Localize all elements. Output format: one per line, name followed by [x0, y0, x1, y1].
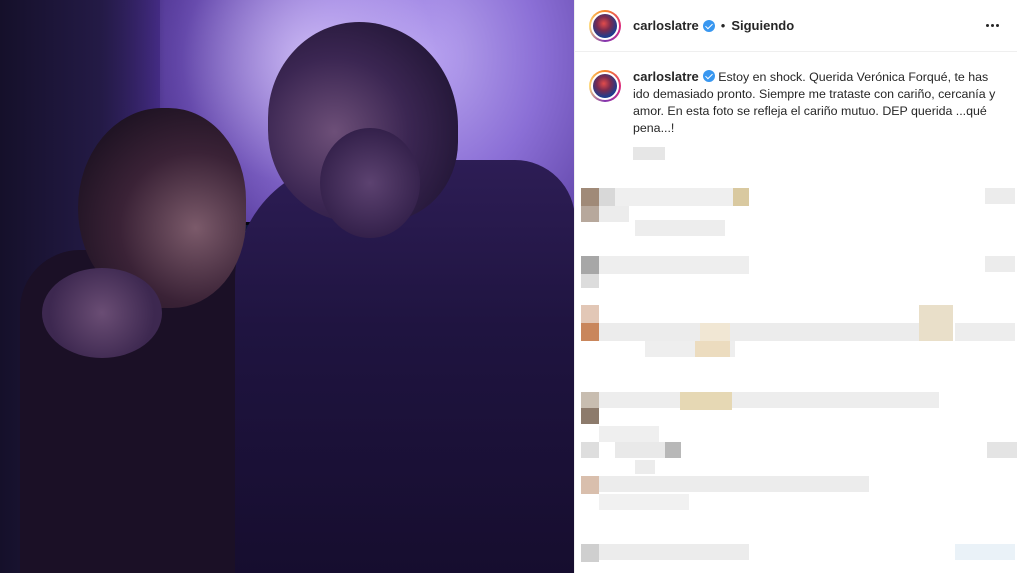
- redacted-comment-block: [599, 392, 939, 408]
- redacted-comment-block: [599, 256, 749, 274]
- avatar-image: [591, 11, 619, 40]
- redacted-comment-block: [581, 206, 599, 222]
- hand-on-shoulder: [42, 268, 162, 358]
- redacted-comment-block: [581, 476, 599, 494]
- redacted-comment-block: [581, 323, 599, 341]
- caption-username[interactable]: carloslatre: [633, 69, 699, 84]
- caption-text: carloslatre Estoy en shock. Querida Veró…: [633, 68, 1003, 137]
- redacted-comment-block: [665, 442, 681, 458]
- comments-redacted: [575, 180, 1017, 573]
- post-side-panel: carloslatre • Siguiendo carloslatre Esto…: [574, 0, 1017, 573]
- redacted-comment-block: [695, 341, 730, 357]
- redacted-comment-block: [581, 256, 599, 274]
- post-photo[interactable]: [0, 0, 574, 573]
- redacted-comment-block: [955, 323, 1015, 341]
- redacted-comment-block: [581, 305, 599, 323]
- more-options-icon[interactable]: [980, 18, 1005, 33]
- redacted-comment-block: [635, 220, 725, 236]
- header-username[interactable]: carloslatre: [633, 18, 699, 33]
- redacted-comment-block: [599, 188, 615, 206]
- redacted-comment-block: [599, 426, 659, 442]
- hand-on-cheek: [320, 128, 420, 238]
- redacted-comment-block: [581, 408, 599, 424]
- redacted-comment-block: [955, 544, 1015, 560]
- redacted-comment-block: [599, 544, 749, 560]
- redacted-comment-block: [635, 460, 655, 474]
- post-header: carloslatre • Siguiendo: [575, 0, 1017, 52]
- redacted-comment-block: [680, 392, 732, 410]
- verified-badge-icon: [702, 19, 715, 32]
- redacted-comment-block: [599, 323, 919, 341]
- post-caption: carloslatre Estoy en shock. Querida Veró…: [575, 52, 1017, 137]
- redacted-comment-block: [581, 544, 599, 562]
- redacted-comment-block: [985, 188, 1015, 204]
- caption-avatar-image: [591, 72, 619, 100]
- redacted-comment-block: [599, 206, 629, 222]
- caption-verified-badge-icon: [702, 70, 715, 82]
- caption-avatar[interactable]: [589, 70, 621, 102]
- redacted-comment-block: [599, 476, 869, 492]
- redacted-comment-block: [985, 256, 1015, 272]
- redacted-comment-block: [581, 442, 599, 458]
- redacted-comment-block: [700, 323, 730, 341]
- redacted-comment-block: [615, 188, 735, 206]
- redacted-comment-block: [581, 188, 599, 206]
- redacted-comment-block: [599, 494, 689, 510]
- redacted-comment-block: [987, 442, 1017, 458]
- redacted-comment-block: [733, 188, 749, 206]
- follow-button[interactable]: Siguiendo: [731, 18, 794, 33]
- redacted-comment-block: [581, 274, 599, 288]
- caption-timestamp-redacted: [633, 147, 665, 160]
- redacted-comment-block: [581, 392, 599, 408]
- avatar[interactable]: [589, 9, 621, 42]
- dot-separator: •: [720, 18, 726, 33]
- redacted-comment-block: [919, 305, 953, 341]
